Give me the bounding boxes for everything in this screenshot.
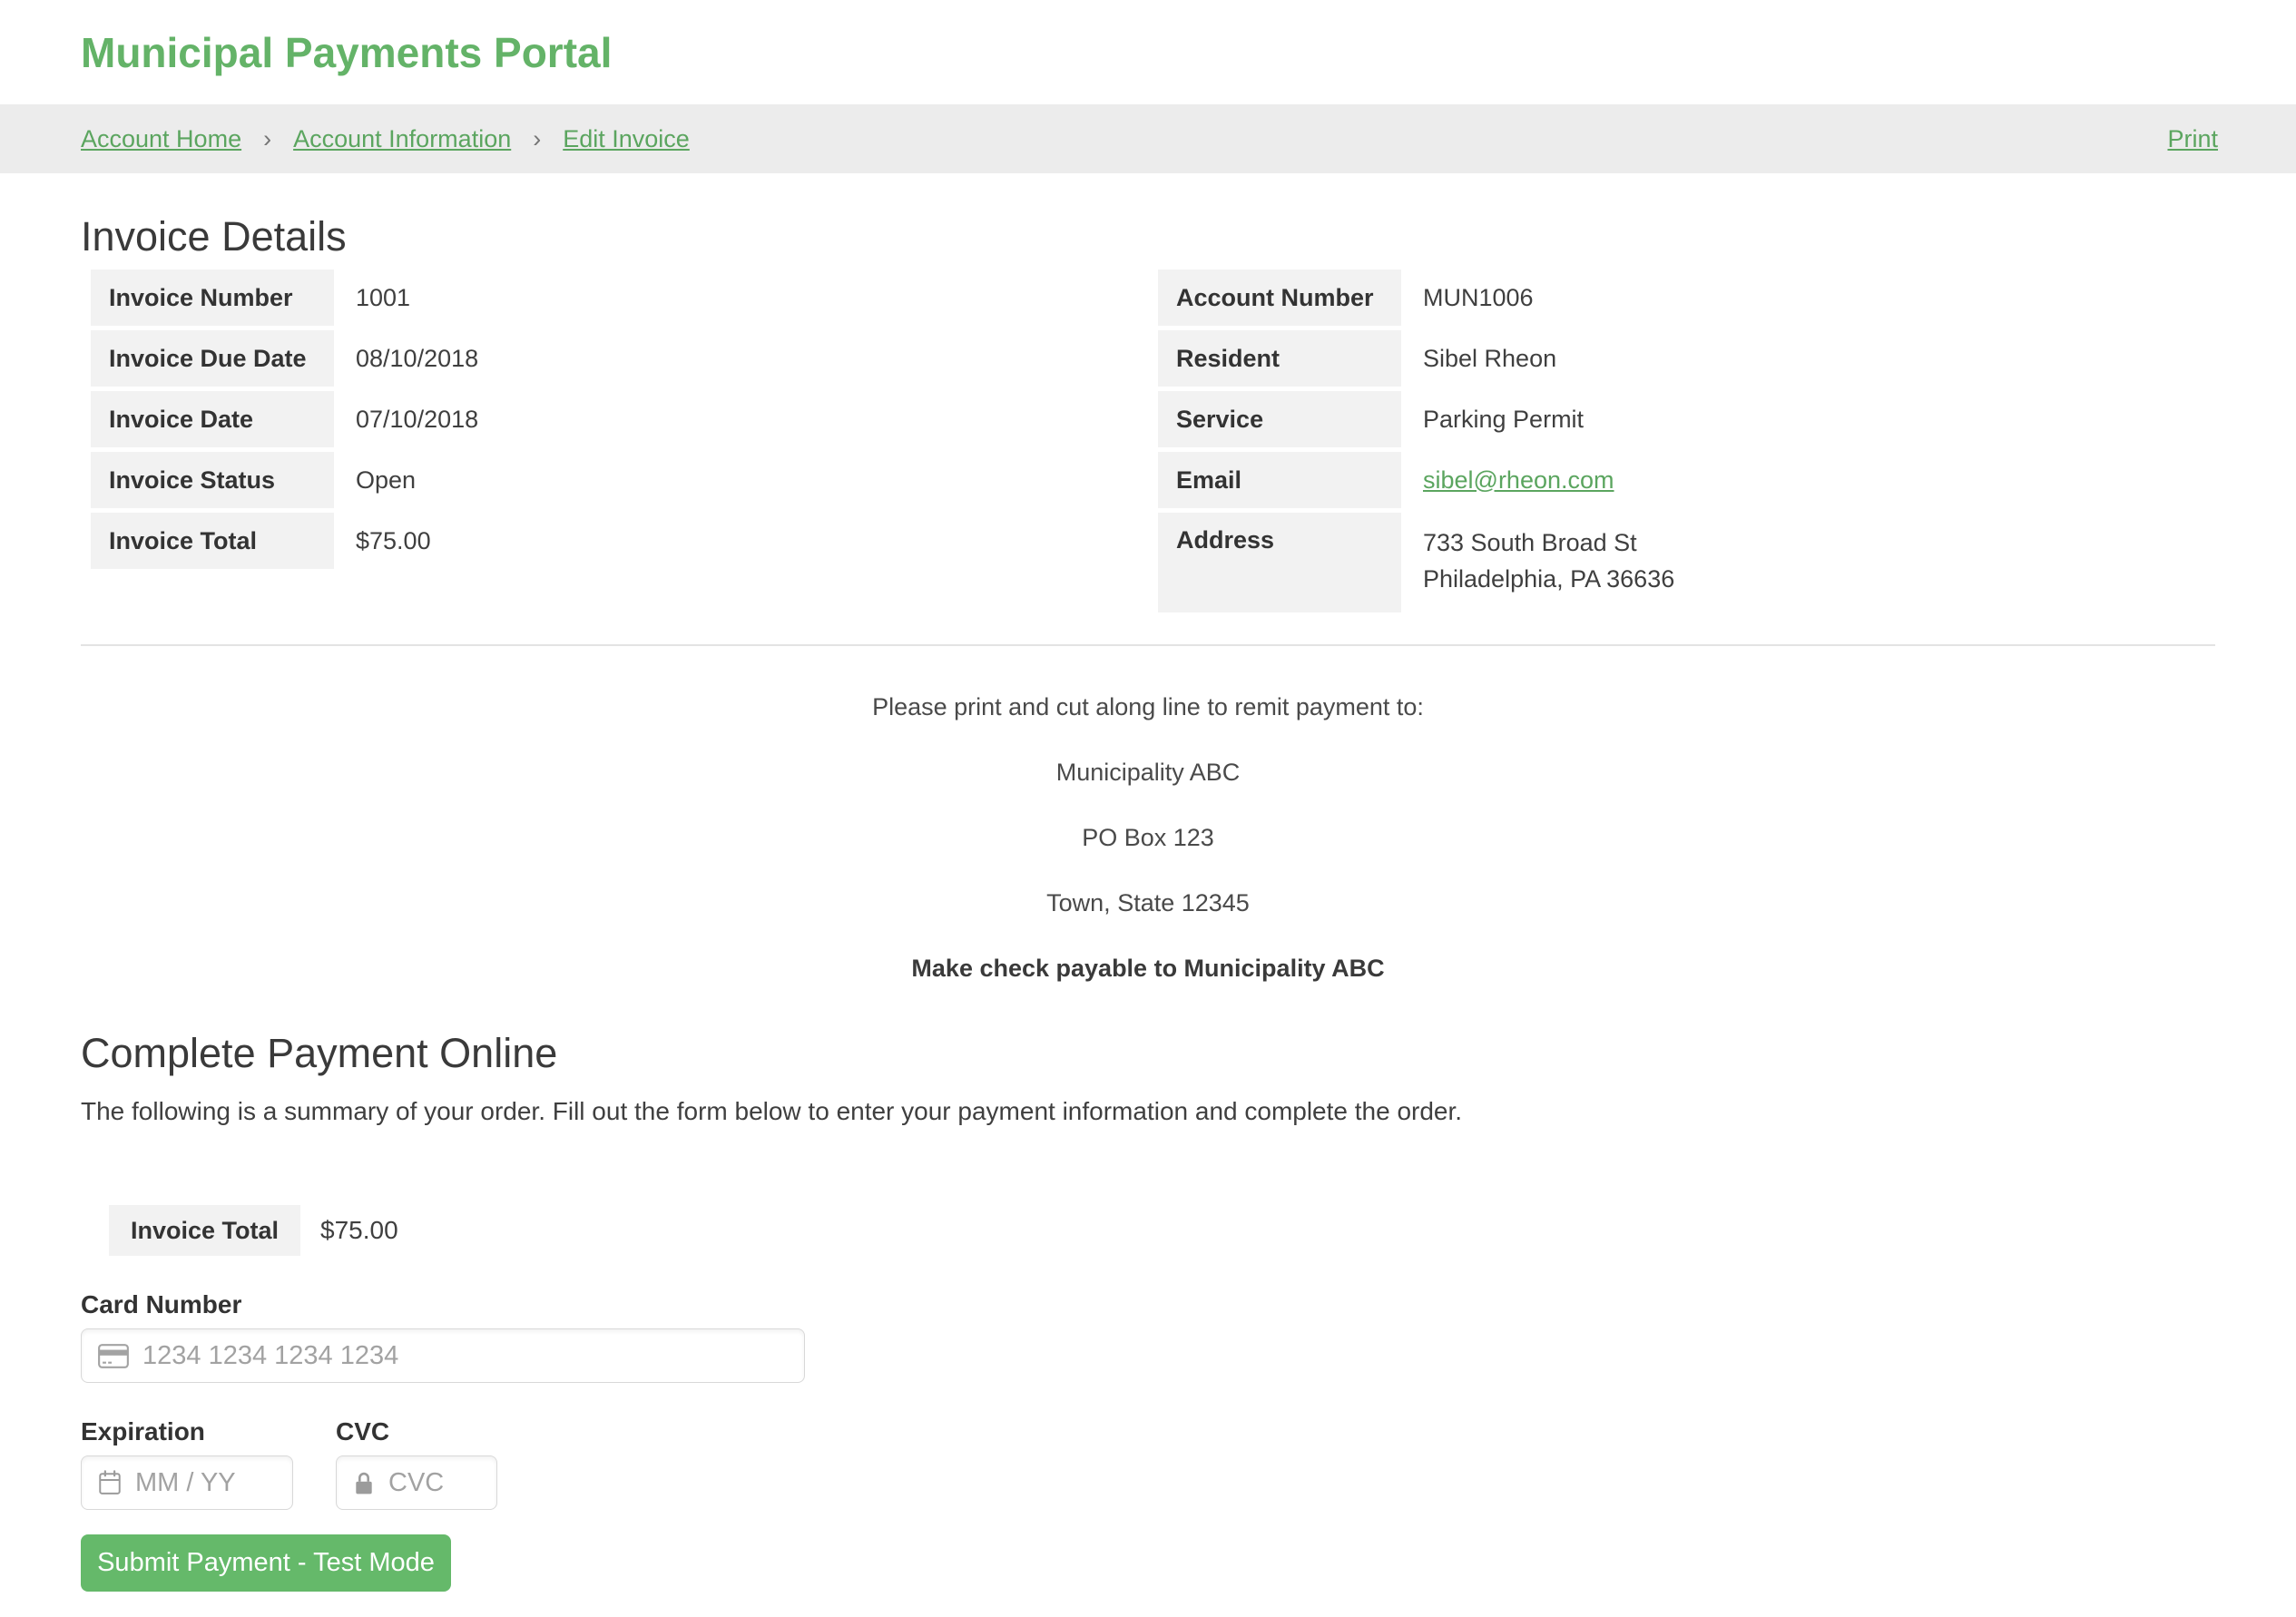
card-number-input[interactable] — [142, 1341, 788, 1371]
site-header: Municipal Payments Portal — [0, 0, 2296, 104]
expiration-cvc-labels: Expiration CVC — [81, 1383, 2215, 1446]
invoice-info-table: Invoice Number 1001 Invoice Due Date 08/… — [81, 270, 1148, 617]
table-row: Invoice Due Date 08/10/2018 — [91, 330, 1148, 387]
print-link[interactable]: Print — [2167, 125, 2218, 153]
address-line-1: 733 South Broad St — [1423, 524, 1674, 561]
remit-intro: Please print and cut along line to remit… — [81, 693, 2215, 721]
row-label: Address — [1158, 513, 1401, 612]
table-row: Resident Sibel Rheon — [1158, 330, 2215, 387]
address-line-2: Philadelphia, PA 36636 — [1423, 561, 1674, 597]
row-value: MUN1006 — [1401, 270, 1534, 326]
expiration-input[interactable] — [135, 1468, 276, 1498]
table-row: Invoice Total $75.00 — [91, 513, 1148, 569]
row-label: Service — [1158, 391, 1401, 447]
row-value: $75.00 — [334, 513, 431, 569]
cvc-label: CVC — [336, 1417, 389, 1446]
credit-card-icon — [98, 1344, 129, 1368]
summary-label: Invoice Total — [109, 1205, 300, 1256]
table-row: Invoice Status Open — [91, 452, 1148, 508]
remit-instructions: Please print and cut along line to remit… — [81, 693, 2215, 983]
chevron-right-icon: › — [533, 125, 541, 153]
invoice-details-tables: Invoice Number 1001 Invoice Due Date 08/… — [81, 270, 2215, 617]
row-label: Invoice Total — [91, 513, 334, 569]
calendar-icon — [98, 1470, 122, 1495]
row-value: 08/10/2018 — [334, 330, 478, 387]
cvc-input[interactable] — [388, 1468, 480, 1498]
row-value: Open — [334, 452, 416, 508]
row-label: Invoice Number — [91, 270, 334, 326]
chevron-right-icon: › — [263, 125, 271, 153]
lock-icon — [353, 1471, 375, 1495]
remit-po-box: PO Box 123 — [81, 824, 2215, 852]
card-number-field-box — [81, 1328, 805, 1383]
remit-payee: Municipality ABC — [81, 759, 2215, 787]
table-row: Account Number MUN1006 — [1158, 270, 2215, 326]
table-row: Invoice Number 1001 — [91, 270, 1148, 326]
complete-payment-heading: Complete Payment Online — [81, 1030, 2215, 1077]
cut-line-divider — [81, 644, 2215, 646]
row-label: Invoice Date — [91, 391, 334, 447]
remit-city-line: Town, State 12345 — [81, 889, 2215, 917]
row-label: Invoice Due Date — [91, 330, 334, 387]
expiration-label: Expiration — [81, 1417, 293, 1446]
row-value: Sibel Rheon — [1401, 330, 1556, 387]
breadcrumb-link-account-information[interactable]: Account Information — [293, 125, 511, 153]
invoice-details-heading: Invoice Details — [81, 213, 2215, 260]
breadcrumb: Account Home › Account Information › Edi… — [0, 104, 2296, 173]
expiration-field-box — [81, 1455, 293, 1510]
remit-check-note: Make check payable to Municipality ABC — [81, 955, 2215, 983]
cvc-field-box — [336, 1455, 497, 1510]
page-title: Municipal Payments Portal — [81, 28, 2215, 77]
account-info-table: Account Number MUN1006 Resident Sibel Rh… — [1148, 270, 2215, 617]
row-value: 733 South Broad St Philadelphia, PA 3663… — [1401, 513, 1674, 612]
submit-payment-button[interactable]: Submit Payment - Test Mode — [81, 1534, 451, 1592]
row-label: Resident — [1158, 330, 1401, 387]
row-value: 1001 — [334, 270, 410, 326]
main-content: Invoice Details Invoice Number 1001 Invo… — [0, 213, 2296, 1617]
table-row: Invoice Date 07/10/2018 — [91, 391, 1148, 447]
row-label: Email — [1158, 452, 1401, 508]
breadcrumb-link-edit-invoice[interactable]: Edit Invoice — [563, 125, 690, 153]
table-row: Address 733 South Broad St Philadelphia,… — [1158, 513, 2215, 612]
card-number-label: Card Number — [81, 1290, 2215, 1319]
table-row: Service Parking Permit — [1158, 391, 2215, 447]
order-summary-row: Invoice Total $75.00 — [109, 1205, 2215, 1256]
row-label: Account Number — [1158, 270, 1401, 326]
expiration-cvc-inputs — [81, 1446, 2215, 1510]
table-row: Email sibel@rheon.com — [1158, 452, 2215, 508]
summary-value: $75.00 — [320, 1216, 398, 1245]
row-label: Invoice Status — [91, 452, 334, 508]
row-value: 07/10/2018 — [334, 391, 478, 447]
breadcrumb-link-account-home[interactable]: Account Home — [81, 125, 241, 153]
payment-description: The following is a summary of your order… — [81, 1097, 2215, 1126]
email-link[interactable]: sibel@rheon.com — [1423, 466, 1614, 495]
row-value: Parking Permit — [1401, 391, 1584, 447]
row-value: sibel@rheon.com — [1401, 452, 1614, 508]
